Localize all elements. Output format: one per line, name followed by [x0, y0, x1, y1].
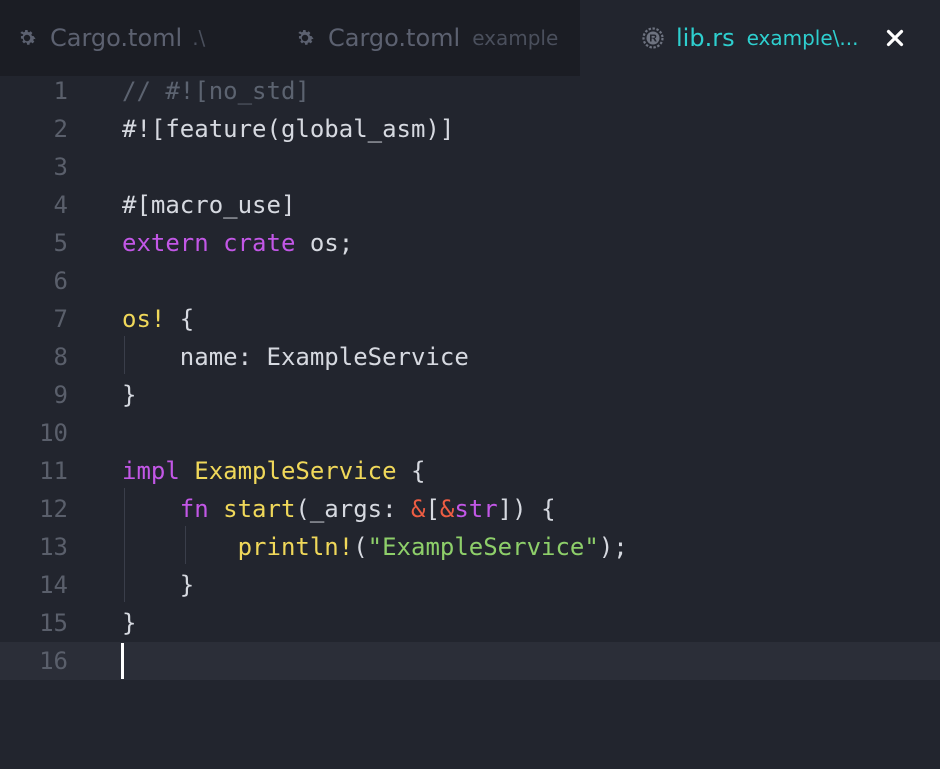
tab-title: Cargo.toml: [328, 24, 461, 52]
code-token: crate: [223, 229, 296, 257]
line-number: 15: [39, 609, 68, 637]
code-line[interactable]: 6: [0, 262, 940, 300]
code-token: );: [598, 533, 628, 561]
code-token: {: [165, 305, 195, 333]
tab-bar: Cargo.toml .\ Cargo.toml example lib.rs …: [0, 0, 940, 76]
line-number: 13: [39, 533, 68, 561]
code-text: name: ExampleService: [122, 338, 469, 376]
tab-cargo-toml-root[interactable]: Cargo.toml .\: [0, 0, 260, 76]
line-number: 5: [53, 229, 68, 257]
code-token: "ExampleService": [367, 533, 599, 561]
code-token: impl: [122, 457, 180, 485]
text-cursor: [121, 643, 124, 679]
code-token: ExampleService: [194, 457, 397, 485]
code-token: #[macro_use]: [122, 191, 296, 219]
code-token: #![feature(global_asm)]: [122, 115, 455, 143]
line-number: 9: [53, 381, 68, 409]
code-line[interactable]: 10: [0, 414, 940, 452]
code-line[interactable]: 12 fn start(_args: &[&str]) {: [0, 490, 940, 528]
code-token: }: [122, 609, 137, 637]
code-token: ]) {: [497, 495, 556, 523]
line-number: 7: [53, 305, 68, 333]
code-token: (: [353, 533, 368, 561]
code-token: extern: [122, 229, 209, 257]
gear-icon: [292, 25, 318, 51]
code-line[interactable]: 16: [0, 642, 940, 680]
code-line[interactable]: 4 #[macro_use]: [0, 186, 940, 224]
code-text: fn start(_args: &[&str]) {: [122, 490, 556, 528]
code-line[interactable]: 3: [0, 148, 940, 186]
code-line[interactable]: 14 }: [0, 566, 940, 604]
code-token: }: [122, 571, 195, 599]
tab-title: Cargo.toml: [50, 24, 183, 52]
code-text: }: [122, 376, 136, 414]
gear-icon: [14, 25, 40, 51]
line-number: 11: [39, 457, 68, 485]
code-line[interactable]: 7 os! {: [0, 300, 940, 338]
code-text: }: [122, 604, 136, 642]
line-number: 4: [53, 191, 68, 219]
code-line[interactable]: 5 extern crate os;: [0, 224, 940, 262]
line-number: 1: [53, 77, 68, 105]
line-number: 16: [39, 647, 68, 675]
code-text: extern crate os;: [122, 224, 353, 262]
code-text: #![feature(global_asm)]: [122, 110, 454, 148]
code-token: name: ExampleService: [122, 343, 469, 371]
line-number: 2: [53, 115, 68, 143]
code-token: str: [454, 495, 498, 523]
code-token: fn: [179, 495, 209, 523]
code-line[interactable]: 8 name: ExampleService: [0, 338, 940, 376]
code-token: &: [411, 495, 426, 523]
line-number: 8: [53, 343, 68, 371]
code-text: // #![no_std]: [122, 72, 310, 110]
tab-lib-rs[interactable]: lib.rs example\...: [580, 0, 940, 76]
rust-icon: [640, 25, 666, 51]
tab-path-hint: .\: [192, 26, 206, 50]
line-number: 6: [53, 267, 68, 295]
indent-guide: [124, 488, 125, 602]
code-editor[interactable]: 16 15} 14 } 13 println!("ExampleService"); 1…: [0, 76, 940, 769]
indent-guide: [124, 336, 125, 374]
code-token: [: [425, 495, 440, 523]
tab-title: lib.rs: [676, 24, 735, 52]
code-text: }: [122, 566, 194, 604]
line-number: 14: [39, 571, 68, 599]
tab-path-hint: example\...: [746, 26, 859, 50]
line-number: 10: [39, 419, 68, 447]
code-text: os! {: [122, 300, 194, 338]
tab-path-hint: example: [472, 26, 559, 50]
code-token: {: [396, 457, 426, 485]
code-line[interactable]: 9}: [0, 376, 940, 414]
code-text: #[macro_use]: [122, 186, 295, 224]
code-text: impl ExampleService {: [122, 452, 425, 490]
code-token: }: [122, 381, 137, 409]
line-number: 3: [53, 153, 68, 181]
code-text: println!("ExampleService");: [122, 528, 628, 566]
code-line[interactable]: 11 impl ExampleService {: [0, 452, 940, 490]
code-line[interactable]: 1 // #![no_std]: [0, 72, 940, 110]
code-line[interactable]: 15}: [0, 604, 940, 642]
indent-guide: [185, 526, 186, 564]
code-token: // #![no_std]: [122, 77, 310, 105]
code-token: start: [223, 495, 296, 523]
code-line[interactable]: 13 println!("ExampleService");: [0, 528, 940, 566]
close-icon[interactable]: [884, 27, 906, 49]
code-line[interactable]: 2 #![feature(global_asm)]: [0, 110, 940, 148]
tab-cargo-toml-example[interactable]: Cargo.toml example: [262, 0, 580, 76]
code-token: (_args:: [295, 495, 411, 523]
code-token: &: [439, 495, 455, 523]
code-token: println!: [237, 533, 354, 561]
line-number: 12: [39, 495, 68, 523]
code-token: os;: [295, 229, 354, 257]
code-token: os!: [122, 305, 166, 333]
